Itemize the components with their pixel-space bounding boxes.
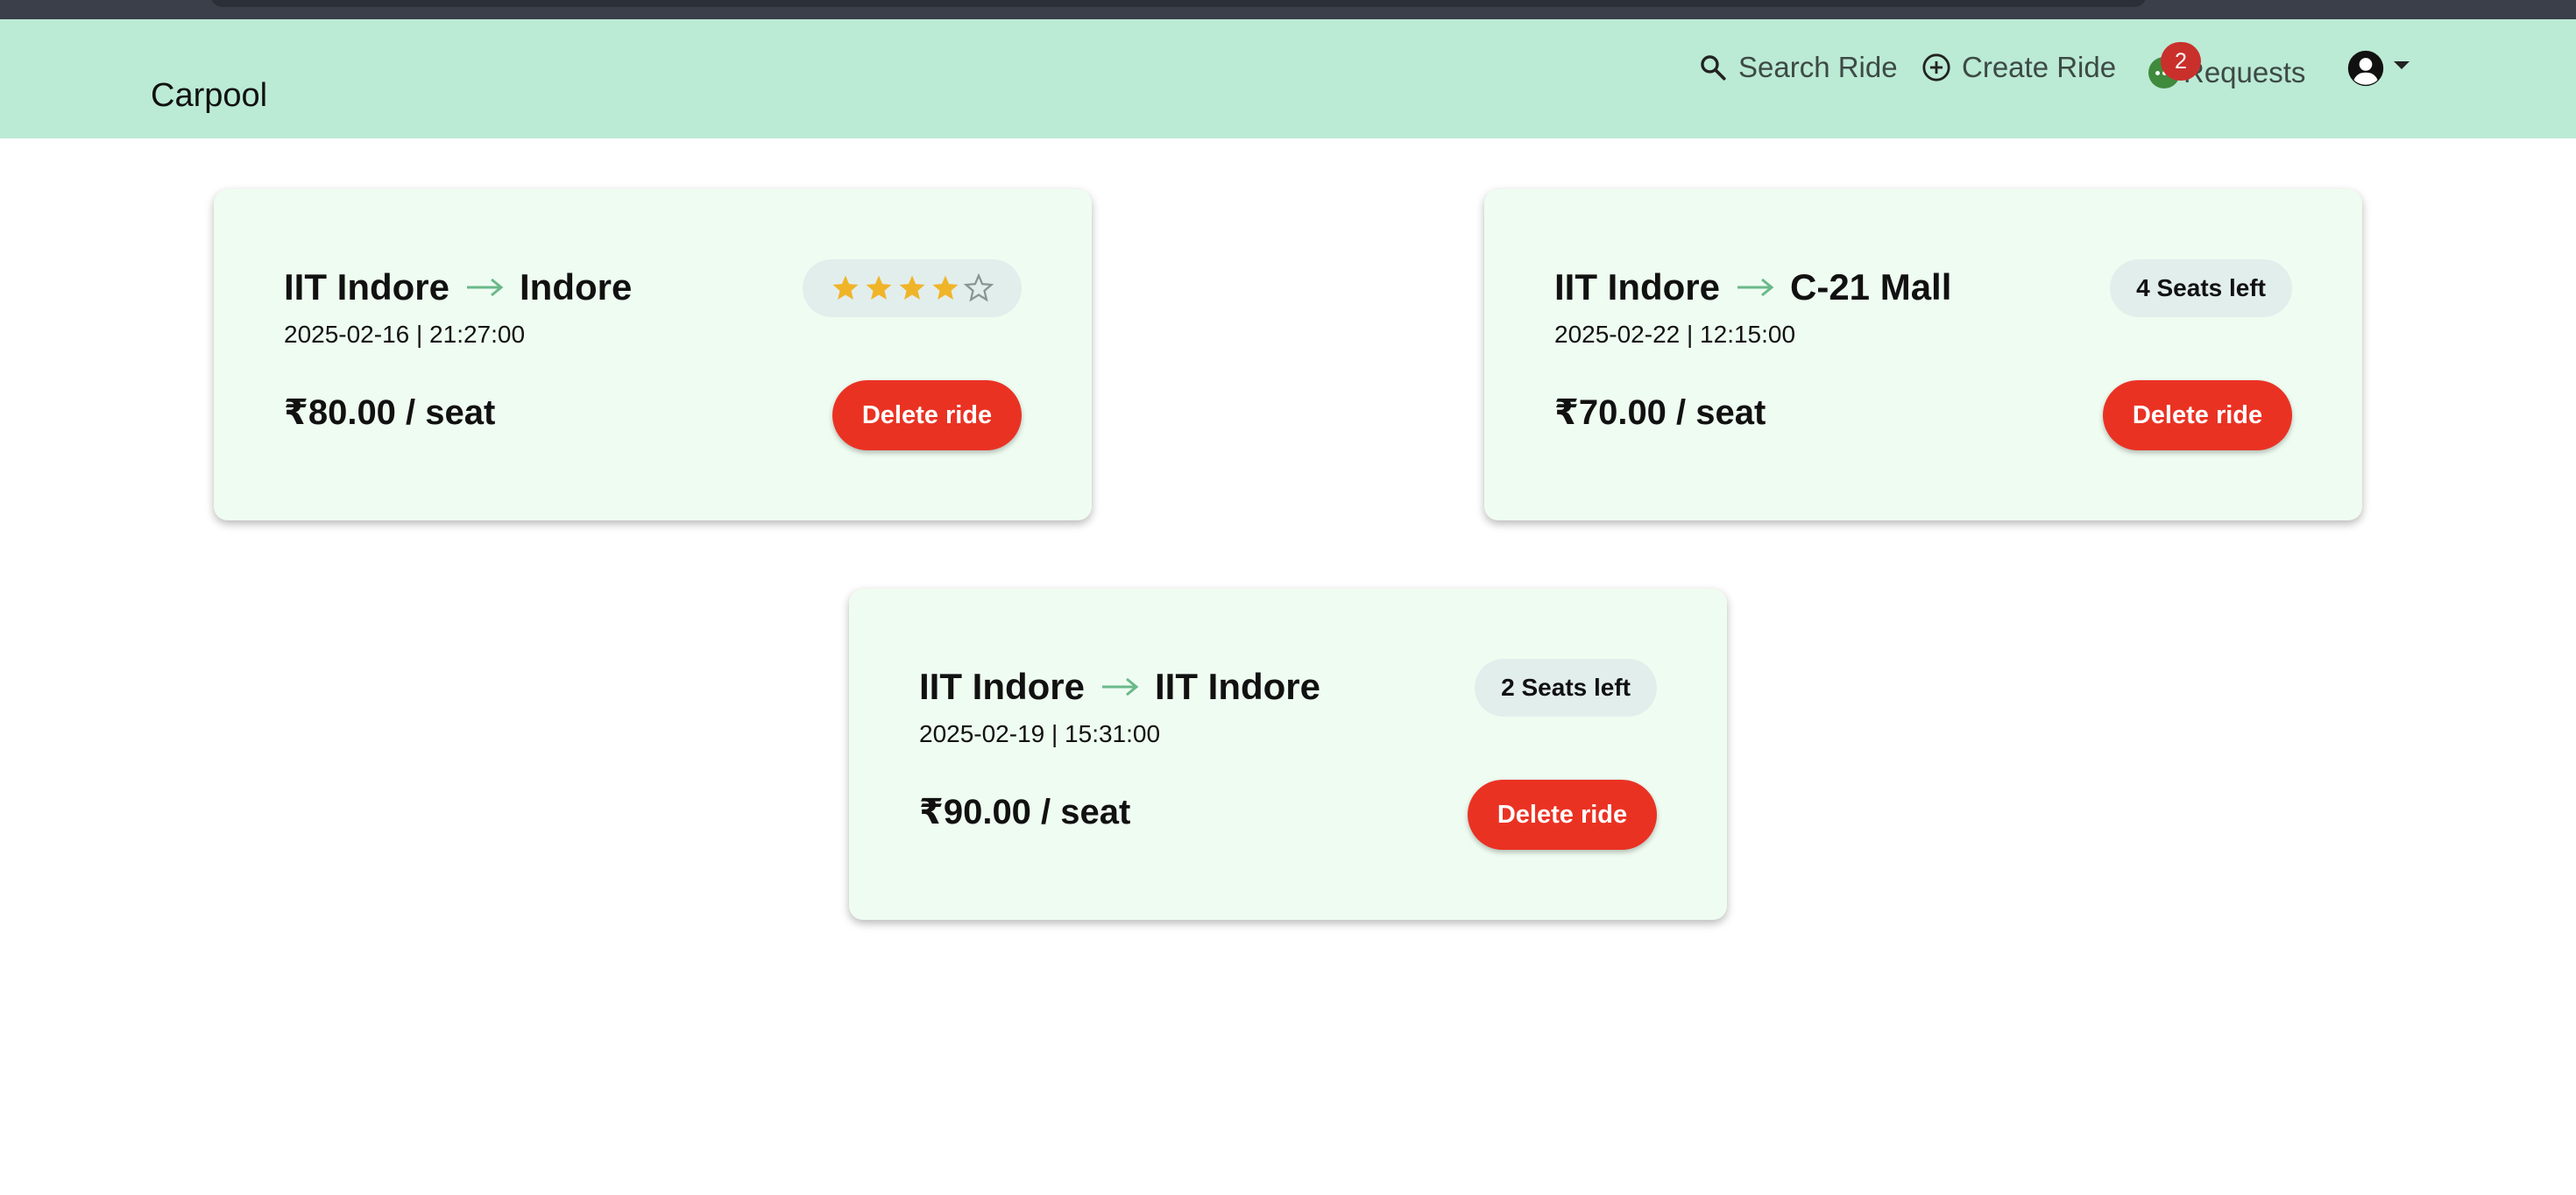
ride-card: IIT Indore C-21 Mall 2025-02-22 | 12:15:… [1484, 189, 2362, 520]
delete-ride-button[interactable]: Delete ride [832, 380, 1022, 450]
seats-left-badge: 2 Seats left [1475, 659, 1657, 717]
ride-datetime: 2025-02-22 | 12:15:00 [1554, 321, 1796, 348]
ride-to: IIT Indore [1155, 666, 1320, 707]
ride-to: C-21 Mall [1790, 266, 1952, 308]
nav-requests-label: Requests [2183, 56, 2306, 88]
star-filled-icon [832, 275, 859, 301]
ride-route: IIT Indore IIT Indore [919, 666, 1320, 708]
ride-rating [803, 259, 1022, 317]
star-filled-icon [932, 275, 959, 301]
ride-route: IIT Indore C-21 Mall [1554, 266, 1951, 308]
ride-route: IIT Indore Indore [284, 266, 632, 308]
delete-ride-button[interactable]: Delete ride [2103, 380, 2292, 450]
ride-price: ₹90.00 / seat [919, 793, 1131, 831]
nav-search-label: Search Ride [1738, 51, 1898, 83]
star-filled-icon [866, 275, 892, 301]
arrow-right-icon [1102, 677, 1139, 696]
ride-price: ₹70.00 / seat [1554, 393, 1766, 432]
search-icon [1701, 55, 1726, 81]
nav-search-ride[interactable]: Search Ride [1698, 51, 1898, 84]
ride-price: ₹80.00 / seat [284, 393, 496, 432]
chevron-down-icon [2394, 60, 2410, 69]
star-filled-icon [899, 275, 925, 301]
browser-address-pill [210, 0, 2147, 7]
delete-ride-button[interactable]: Delete ride [1468, 780, 1657, 850]
requests-count-badge: 2 [2161, 42, 2201, 81]
browser-top-strip [0, 0, 2576, 19]
user-circle-icon [2347, 50, 2384, 87]
ride-datetime: 2025-02-19 | 15:31:00 [919, 720, 1161, 747]
ride-from: IIT Indore [919, 666, 1085, 707]
star-empty-icon [964, 273, 994, 302]
ride-card: IIT Indore Indore 2025-02-16 | 21:27:00 … [214, 189, 1092, 520]
user-menu-toggle[interactable] [2346, 49, 2410, 88]
ride-from: IIT Indore [284, 266, 449, 308]
nav-create-label: Create Ride [1962, 51, 2117, 83]
arrow-right-icon [467, 278, 504, 297]
plus-circle-icon [1922, 53, 1950, 81]
ride-card: IIT Indore IIT Indore 2025-02-19 | 15:31… [849, 589, 1727, 920]
brand-logo[interactable]: Carpool [151, 77, 267, 115]
seats-left-badge: 4 Seats left [2110, 259, 2292, 317]
ride-datetime: 2025-02-16 | 21:27:00 [284, 321, 526, 348]
arrow-right-icon [1737, 278, 1774, 297]
nav-create-ride[interactable]: Create Ride [1921, 51, 2116, 84]
ride-from: IIT Indore [1554, 266, 1720, 308]
ride-to: Indore [520, 266, 633, 308]
